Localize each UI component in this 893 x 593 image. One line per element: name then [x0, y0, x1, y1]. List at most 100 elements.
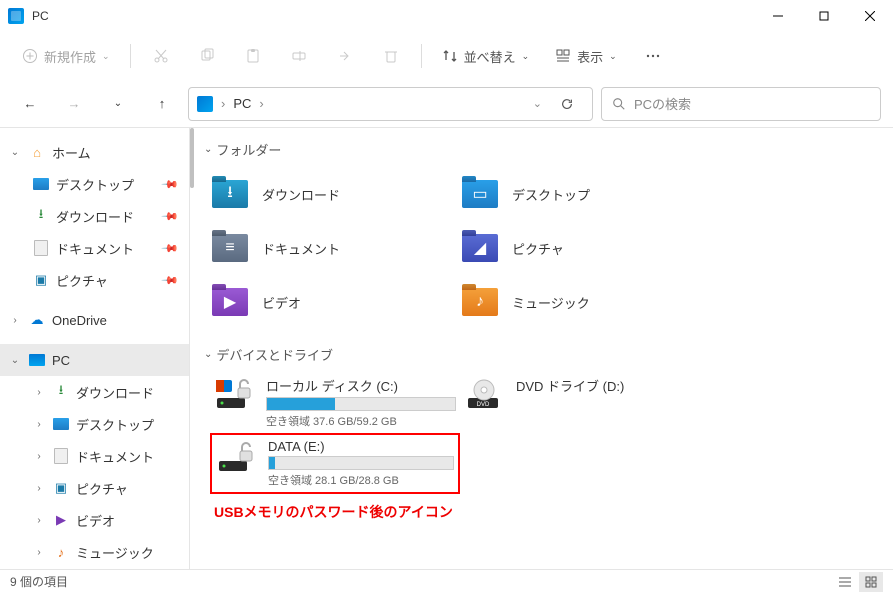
view-label: 表示: [577, 47, 603, 66]
sidebar-item-pictures[interactable]: ▣ ピクチャ 📌: [0, 264, 189, 296]
sidebar-item-label: ドキュメント: [56, 239, 134, 258]
more-button[interactable]: [633, 38, 673, 74]
items-view[interactable]: ⌄ フォルダー ⭳ダウンロード ▭デスクトップ ≡ドキュメント ◢ピクチャ ▶ビ…: [190, 128, 893, 569]
document-icon: [54, 448, 68, 464]
sidebar-item-documents[interactable]: ドキュメント 📌: [0, 232, 189, 264]
sidebar-item-label: ミュージック: [76, 543, 154, 562]
pin-icon: 📌: [161, 271, 180, 290]
home-icon: ⌂: [28, 143, 46, 161]
group-header-folders[interactable]: ⌄ フォルダー: [198, 140, 885, 159]
folder-downloads[interactable]: ⭳ダウンロード: [210, 167, 460, 221]
pin-icon: 📌: [161, 207, 180, 226]
close-button[interactable]: [847, 0, 893, 32]
sidebar-item-label: ダウンロード: [76, 383, 154, 402]
pc-icon: [8, 8, 24, 24]
chevron-down-icon: ⌄: [8, 355, 22, 366]
item-label: ドキュメント: [262, 239, 340, 258]
sidebar-item-pc[interactable]: ⌄ PC: [0, 344, 189, 376]
minimize-button[interactable]: [755, 0, 801, 32]
item-label: ピクチャ: [512, 239, 564, 258]
breadcrumb-pc[interactable]: PC: [233, 96, 251, 111]
cut-button[interactable]: [141, 38, 181, 74]
chevron-down-icon[interactable]: ⌄: [533, 97, 542, 110]
nav-row: ← → ⌄ ↑ › PC › ⌄ PCの検索: [0, 80, 893, 128]
group-label: デバイスとドライブ: [216, 345, 333, 364]
chevron-right-icon: ›: [8, 315, 22, 326]
sidebar-item-label: ダウンロード: [56, 207, 134, 226]
status-bar: 9 個の項目: [0, 569, 893, 593]
back-button[interactable]: ←: [12, 86, 48, 122]
sidebar-item-onedrive[interactable]: › ☁ OneDrive: [0, 304, 189, 336]
maximize-button[interactable]: [801, 0, 847, 32]
sidebar-item-desktop[interactable]: デスクトップ 📌: [0, 168, 189, 200]
folder-documents[interactable]: ≡ドキュメント: [210, 221, 460, 275]
nav-pane: ⌄ ⌂ ホーム デスクトップ 📌 ⭳ ダウンロード 📌 ドキュメント 📌 ▣ ピ…: [0, 128, 190, 569]
drive-e-highlighted[interactable]: DATA (E:) 空き領域 28.1 GB/28.8 GB: [210, 433, 460, 494]
pin-icon: 📌: [161, 239, 180, 258]
view-button[interactable]: 表示 ⌄: [545, 38, 627, 74]
new-button[interactable]: 新規作成 ⌄: [12, 38, 120, 74]
group-label: フォルダー: [216, 140, 281, 159]
chevron-down-icon: ⌄: [204, 349, 212, 360]
address-bar[interactable]: › PC › ⌄: [188, 87, 593, 121]
download-icon: ⭳: [32, 207, 50, 225]
delete-button[interactable]: [371, 38, 411, 74]
sidebar-item-label: ドキュメント: [76, 447, 154, 466]
recent-button[interactable]: ⌄: [100, 86, 136, 122]
sidebar-item-pc-music[interactable]: › ♪ ミュージック: [0, 536, 189, 568]
details-view-button[interactable]: [833, 572, 857, 592]
item-label: デスクトップ: [512, 185, 590, 204]
sidebar-item-label: ビデオ: [76, 511, 115, 530]
drive-name: DVD ドライブ (D:): [516, 376, 706, 395]
folder-pictures[interactable]: ◢ピクチャ: [460, 221, 710, 275]
download-icon: ⭳: [52, 383, 70, 401]
sort-button[interactable]: 並べ替え ⌄: [432, 38, 540, 74]
sidebar-item-label: ピクチャ: [76, 479, 128, 498]
drive-usage-bar: [267, 398, 335, 410]
chevron-down-icon: ⌄: [522, 51, 530, 62]
sidebar-item-home[interactable]: ⌄ ⌂ ホーム: [0, 136, 189, 168]
group-header-devices[interactable]: ⌄ デバイスとドライブ: [198, 345, 885, 364]
sidebar-item-label: OneDrive: [52, 313, 107, 328]
sidebar-item-pc-videos[interactable]: › ▶ ビデオ: [0, 504, 189, 536]
tiles-view-button[interactable]: [859, 572, 883, 592]
drive-free-text: 空き領域 37.6 GB/59.2 GB: [266, 413, 456, 429]
item-label: ミュージック: [512, 293, 590, 312]
item-label: ビデオ: [262, 293, 301, 312]
sidebar-item-label: ピクチャ: [56, 271, 108, 290]
chevron-right-icon: ›: [32, 483, 46, 494]
share-button[interactable]: [325, 38, 365, 74]
paste-button[interactable]: [233, 38, 273, 74]
desktop-icon: [33, 178, 49, 190]
chevron-right-icon: ›: [32, 419, 46, 430]
drive-dvd[interactable]: DVD DVD ドライブ (D:): [460, 372, 710, 433]
sidebar-item-downloads[interactable]: ⭳ ダウンロード 📌: [0, 200, 189, 232]
copy-button[interactable]: [187, 38, 227, 74]
drive-name: DATA (E:): [268, 439, 454, 454]
sidebar-item-label: PC: [52, 353, 70, 368]
rename-button[interactable]: [279, 38, 319, 74]
folder-music[interactable]: ♪ミュージック: [460, 275, 710, 329]
forward-button[interactable]: →: [56, 86, 92, 122]
chevron-right-icon: ›: [221, 96, 225, 111]
folder-videos[interactable]: ▶ビデオ: [210, 275, 460, 329]
refresh-button[interactable]: [550, 97, 584, 111]
chevron-down-icon: ⌄: [8, 147, 22, 158]
sidebar-item-pc-documents[interactable]: › ドキュメント: [0, 440, 189, 472]
sidebar-item-pc-downloads[interactable]: › ⭳ ダウンロード: [0, 376, 189, 408]
search-box[interactable]: PCの検索: [601, 87, 881, 121]
music-icon: ♪: [52, 543, 70, 561]
sidebar-item-pc-pictures[interactable]: › ▣ ピクチャ: [0, 472, 189, 504]
chevron-down-icon: ⌄: [204, 144, 212, 155]
search-icon: [612, 97, 626, 111]
sidebar-item-label: ホーム: [52, 143, 91, 162]
drive-free-text: 空き領域 28.1 GB/28.8 GB: [268, 472, 454, 488]
drive-c[interactable]: ローカル ディスク (C:) 空き領域 37.6 GB/59.2 GB: [210, 372, 460, 433]
item-count: 9 個の項目: [10, 573, 68, 590]
sidebar-item-pc-desktop[interactable]: › デスクトップ: [0, 408, 189, 440]
pictures-icon: ▣: [32, 271, 50, 289]
annotation-text: USBメモリのパスワード後のアイコン: [214, 502, 885, 522]
folder-desktop[interactable]: ▭デスクトップ: [460, 167, 710, 221]
up-button[interactable]: ↑: [144, 86, 180, 122]
window-title: PC: [32, 9, 755, 23]
